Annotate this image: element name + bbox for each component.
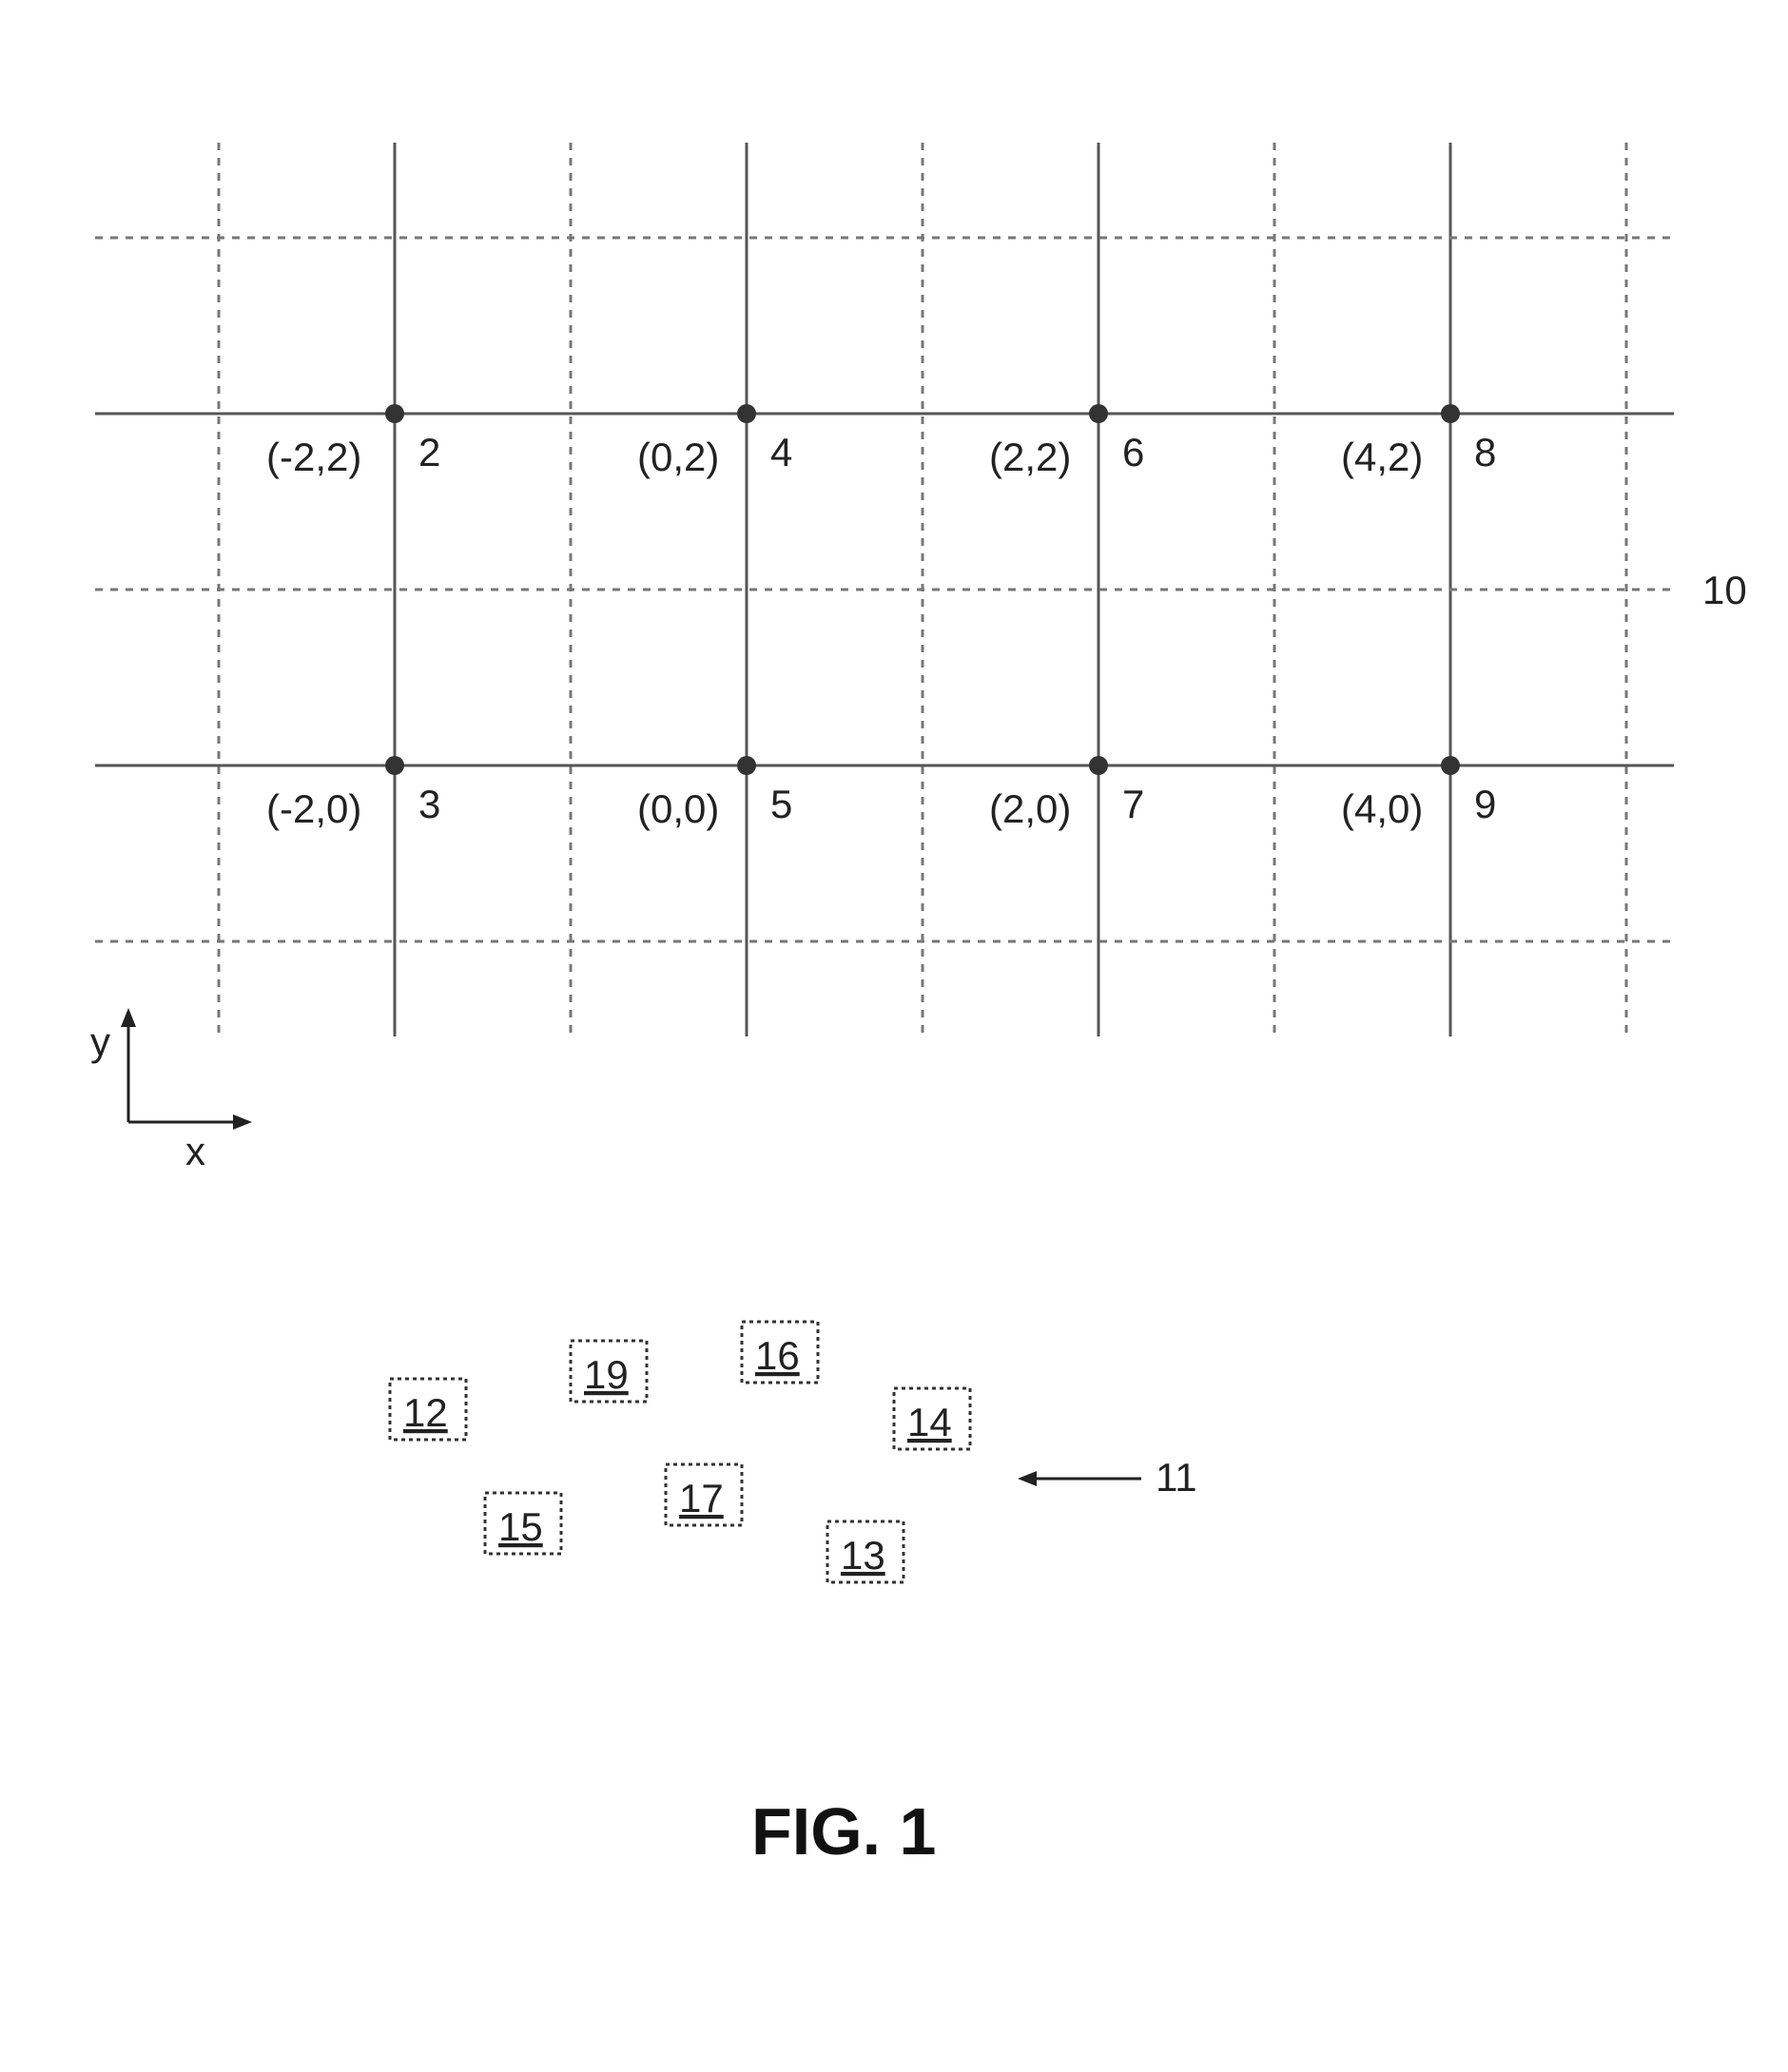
coord-label-2: (-2,2): [266, 435, 361, 479]
grid-reference-10: 10: [1702, 568, 1747, 612]
cluster-reference-arrow: 11: [1018, 1455, 1197, 1500]
y-axis-label: y: [90, 1019, 110, 1064]
point-9: [1441, 756, 1460, 775]
coord-label-5: (0,0): [637, 786, 719, 831]
coord-label-8: (4,2): [1341, 435, 1423, 479]
cluster-label-17: 17: [679, 1476, 724, 1520]
cluster-label-15: 15: [498, 1504, 543, 1549]
point-id-4: 4: [770, 430, 792, 474]
point-3: [385, 756, 404, 775]
coordinate-grid: [95, 143, 1674, 1036]
cluster-label-16: 16: [755, 1333, 800, 1378]
coord-label-9: (4,0): [1341, 786, 1423, 831]
coord-label-7: (2,0): [989, 786, 1071, 831]
point-4: [737, 404, 756, 423]
cluster-label-19: 19: [584, 1352, 629, 1397]
point-id-5: 5: [770, 782, 792, 826]
point-id-3: 3: [418, 782, 440, 826]
cluster-reference-11: 11: [1156, 1455, 1197, 1500]
figure-1: (-2,2) 2 (0,2) 4 (2,2) 6 (4,2) 8 (-2,0) …: [0, 0, 1788, 2072]
axes-indicator: y x: [90, 1008, 252, 1173]
y-axis-arrow: [121, 1008, 136, 1027]
point-id-6: 6: [1122, 430, 1144, 474]
coord-label-3: (-2,0): [266, 786, 361, 831]
cluster-label-14: 14: [907, 1400, 952, 1444]
cluster-label-12: 12: [403, 1390, 448, 1435]
arrow-head-11: [1018, 1471, 1037, 1486]
coord-label-6: (2,2): [989, 435, 1071, 479]
point-id-7: 7: [1122, 782, 1144, 826]
x-axis-label: x: [185, 1129, 205, 1173]
point-2: [385, 404, 404, 423]
figure-title: FIG. 1: [751, 1794, 936, 1869]
cluster-group: 12 19 16 14 15 17 13: [390, 1322, 970, 1582]
point-7: [1089, 756, 1108, 775]
cluster-label-13: 13: [841, 1533, 885, 1578]
point-id-9: 9: [1474, 782, 1496, 826]
point-6: [1089, 404, 1108, 423]
point-id-2: 2: [418, 430, 440, 474]
x-axis-arrow: [233, 1114, 252, 1130]
point-5: [737, 756, 756, 775]
point-id-8: 8: [1474, 430, 1496, 474]
points-group: (-2,2) 2 (0,2) 4 (2,2) 6 (4,2) 8 (-2,0) …: [266, 404, 1496, 831]
coord-label-4: (0,2): [637, 435, 719, 479]
point-8: [1441, 404, 1460, 423]
